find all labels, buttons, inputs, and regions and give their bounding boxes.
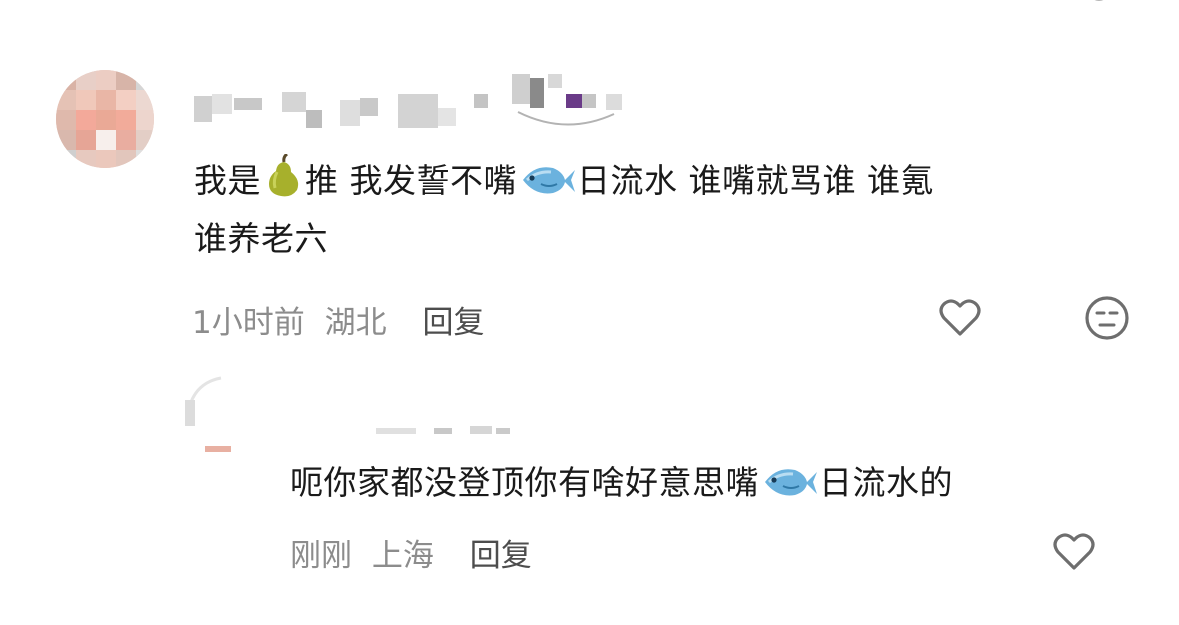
avatar[interactable] xyxy=(56,70,154,168)
comment-location: 湖北 xyxy=(324,305,387,341)
comment-meta: 1小时前 湖北 回复 xyxy=(192,297,484,342)
reply-button[interactable]: 回复 xyxy=(422,305,484,341)
reply-comment-text: 呃你家都没登顶你有啥好意思嘴 日流水的 xyxy=(290,463,953,502)
badge-icon xyxy=(517,111,615,126)
meh-face-icon[interactable] xyxy=(1083,294,1131,342)
heart-outline-icon[interactable] xyxy=(1050,528,1098,576)
reply-username-blurred[interactable] xyxy=(376,424,526,438)
comment-text: 我是 推 我发誓不嘴 日流水 谁嘴就骂谁 谁氪 谁养老六 xyxy=(194,152,1114,268)
reply-location: 上海 xyxy=(371,538,434,574)
reply-meta: 刚刚 上海 回复 xyxy=(290,530,532,575)
reply-time: 刚刚 xyxy=(290,538,352,574)
fish-emoji xyxy=(765,469,817,496)
fish-emoji xyxy=(523,167,575,194)
username-blurred[interactable] xyxy=(190,74,630,130)
reply-avatar[interactable] xyxy=(185,376,265,452)
reply-reply-button[interactable]: 回复 xyxy=(470,538,532,574)
pear-emoji xyxy=(269,154,299,197)
comment-time: 1小时前 xyxy=(192,305,305,341)
cropped-icon xyxy=(1094,0,1104,1)
heart-outline-icon[interactable] xyxy=(936,294,984,342)
